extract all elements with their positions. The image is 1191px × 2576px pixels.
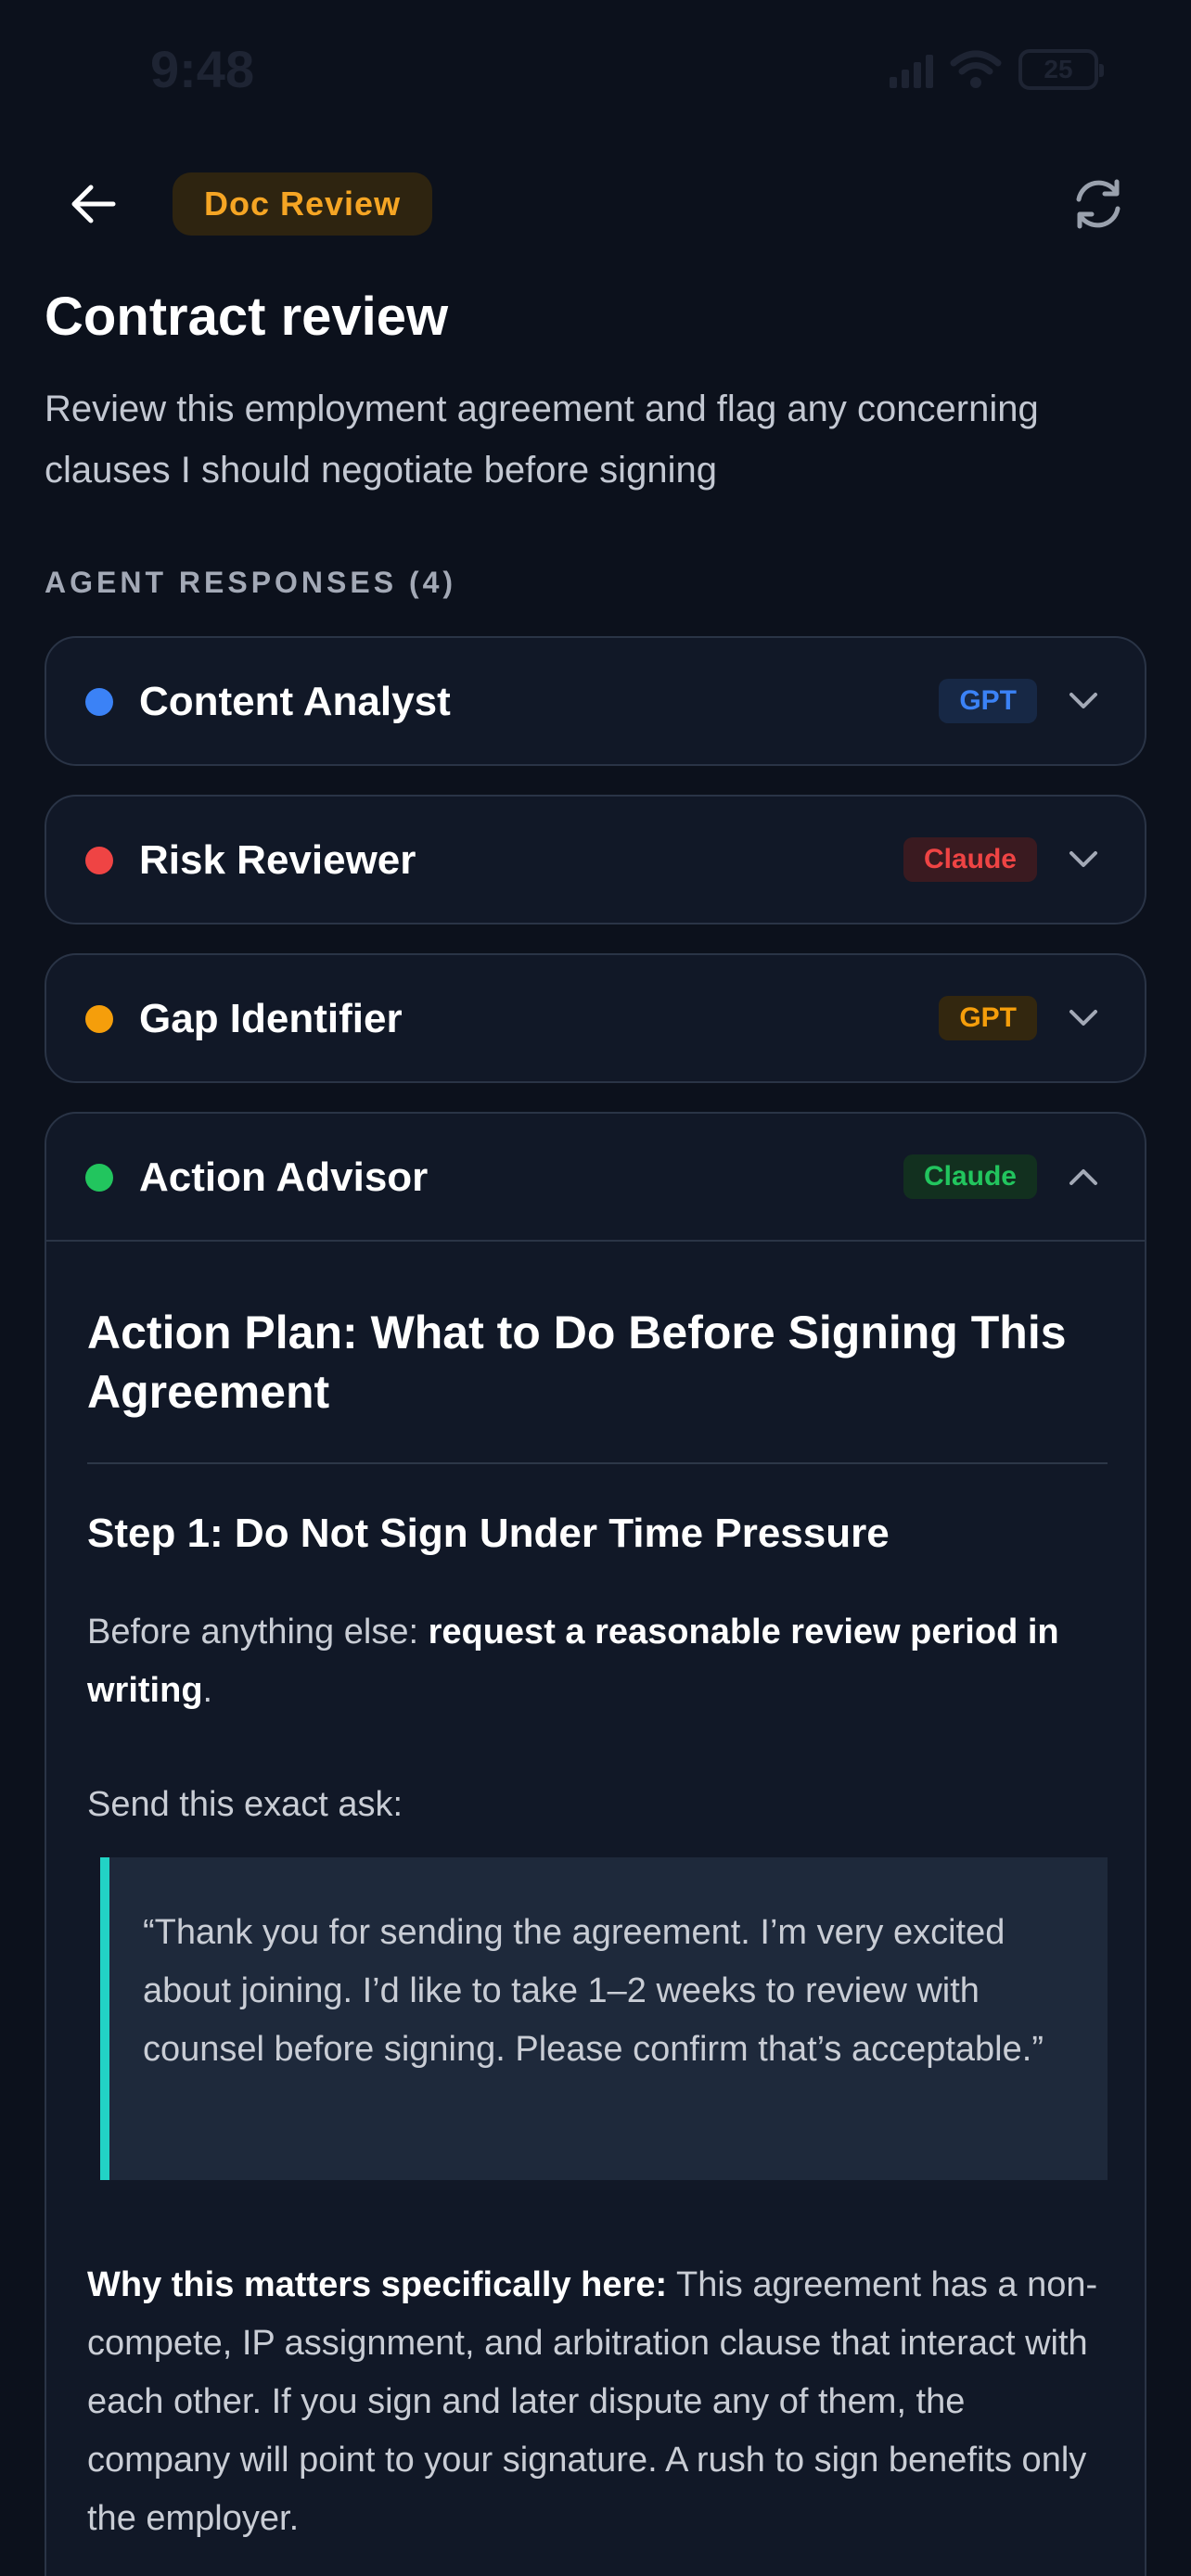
refresh-button[interactable] <box>1061 167 1135 241</box>
step-heading: Step 1: Do Not Sign Under Time Pressure <box>87 1511 890 1556</box>
model-tag: Claude <box>903 1154 1037 1199</box>
agent-name: Content Analyst <box>139 679 451 724</box>
agent-responses-label: AGENT RESPONSES (4) <box>45 566 457 599</box>
response-heading: Action Plan: What to Do Before Signing T… <box>87 1307 1067 1418</box>
agent-card-content-analyst[interactable]: Content Analyst GPT <box>45 636 1146 766</box>
arrow-left-icon <box>71 185 116 223</box>
chevron-up-icon[interactable] <box>1065 1158 1102 1195</box>
battery-icon: 25 <box>1018 49 1104 90</box>
agent-card-gap-identifier[interactable]: Gap Identifier GPT <box>45 953 1146 1083</box>
quoted-message: “Thank you for sending the agreement. I’… <box>100 1857 1108 2180</box>
status-dot <box>85 1164 113 1192</box>
top-bar: Doc Review <box>0 167 1191 241</box>
model-tag: Claude <box>903 837 1037 882</box>
model-tag: GPT <box>939 679 1037 723</box>
agent-card-action-advisor[interactable]: Action Advisor Claude Action Plan: What … <box>45 1112 1146 2576</box>
doc-review-badge: Doc Review <box>173 172 433 236</box>
paragraph-review-period: Before anything else: request a reasonab… <box>87 1613 1059 1710</box>
status-dot <box>85 688 113 716</box>
model-tag: GPT <box>939 996 1037 1040</box>
status-bar: 9:48 25 <box>0 0 1191 139</box>
paragraph-why-matters: Why this matters specifically here: This… <box>87 2265 1098 2538</box>
chevron-down-icon[interactable] <box>1065 841 1102 878</box>
chevron-down-icon[interactable] <box>1065 682 1102 720</box>
card-divider <box>46 1240 1145 1242</box>
paragraph-send-ask: Send this exact ask: <box>87 1785 403 1824</box>
horizontal-rule <box>87 1462 1108 1464</box>
agent-name: Action Advisor <box>139 1154 429 1200</box>
wifi-icon <box>950 50 1002 88</box>
page-title: Contract review <box>45 287 449 347</box>
status-dot <box>85 847 113 874</box>
back-button[interactable] <box>56 167 130 241</box>
refresh-icon <box>1076 179 1121 229</box>
status-time: 9:48 <box>150 40 255 98</box>
agent-card-risk-reviewer[interactable]: Risk Reviewer Claude <box>45 795 1146 925</box>
page-subtitle: Review this employment agreement and fla… <box>45 389 1039 491</box>
chevron-down-icon[interactable] <box>1065 1000 1102 1037</box>
cellular-signal-icon <box>890 51 933 88</box>
agent-name: Gap Identifier <box>139 996 403 1041</box>
status-icons: 25 <box>890 46 1104 93</box>
status-dot <box>85 1005 113 1033</box>
agent-name: Risk Reviewer <box>139 837 416 883</box>
